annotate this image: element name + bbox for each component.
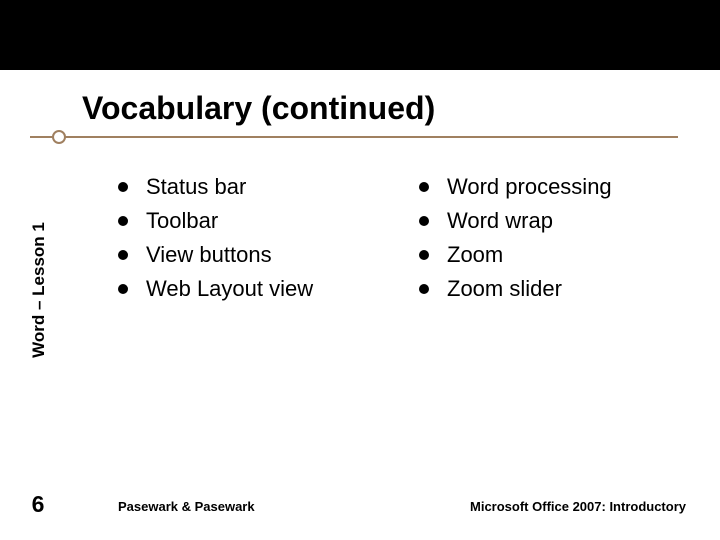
list-item: View buttons <box>118 238 389 272</box>
list-item: Toolbar <box>118 204 389 238</box>
sidebar: Word – Lesson 1 <box>24 150 54 430</box>
footer-right: Microsoft Office 2007: Introductory <box>470 499 686 514</box>
right-column: Word processing Word wrap Zoom Zoom slid… <box>419 170 690 306</box>
list-item: Word processing <box>419 170 690 204</box>
list-item-text: Zoom <box>447 238 503 272</box>
list-item: Status bar <box>118 170 389 204</box>
accent-line <box>30 136 678 138</box>
content-area: Status bar Toolbar View buttons Web Layo… <box>118 170 690 306</box>
list-item-text: Web Layout view <box>146 272 313 306</box>
list-item-text: Zoom slider <box>447 272 562 306</box>
list-item-text: Status bar <box>146 170 246 204</box>
list-item: Zoom slider <box>419 272 690 306</box>
bullet-icon <box>118 216 128 226</box>
sidebar-label: Word – Lesson 1 <box>29 222 49 358</box>
slide: Vocabulary (continued) Word – Lesson 1 S… <box>0 0 720 540</box>
left-column: Status bar Toolbar View buttons Web Layo… <box>118 170 389 306</box>
page-number: 6 <box>24 491 52 518</box>
accent-circle <box>52 130 66 144</box>
bullet-icon <box>118 250 128 260</box>
slide-title: Vocabulary (continued) <box>82 90 435 127</box>
top-black-bar <box>0 0 720 70</box>
bullet-icon <box>419 284 429 294</box>
list-item-text: Word processing <box>447 170 612 204</box>
bullet-icon <box>419 182 429 192</box>
bullet-icon <box>419 216 429 226</box>
bullet-icon <box>118 284 128 294</box>
list-item-text: Toolbar <box>146 204 218 238</box>
bullet-icon <box>118 182 128 192</box>
list-item-text: View buttons <box>146 238 272 272</box>
list-item-text: Word wrap <box>447 204 553 238</box>
list-item: Web Layout view <box>118 272 389 306</box>
footer-left: Pasewark & Pasewark <box>118 499 255 514</box>
bullet-icon <box>419 250 429 260</box>
list-item: Word wrap <box>419 204 690 238</box>
list-item: Zoom <box>419 238 690 272</box>
